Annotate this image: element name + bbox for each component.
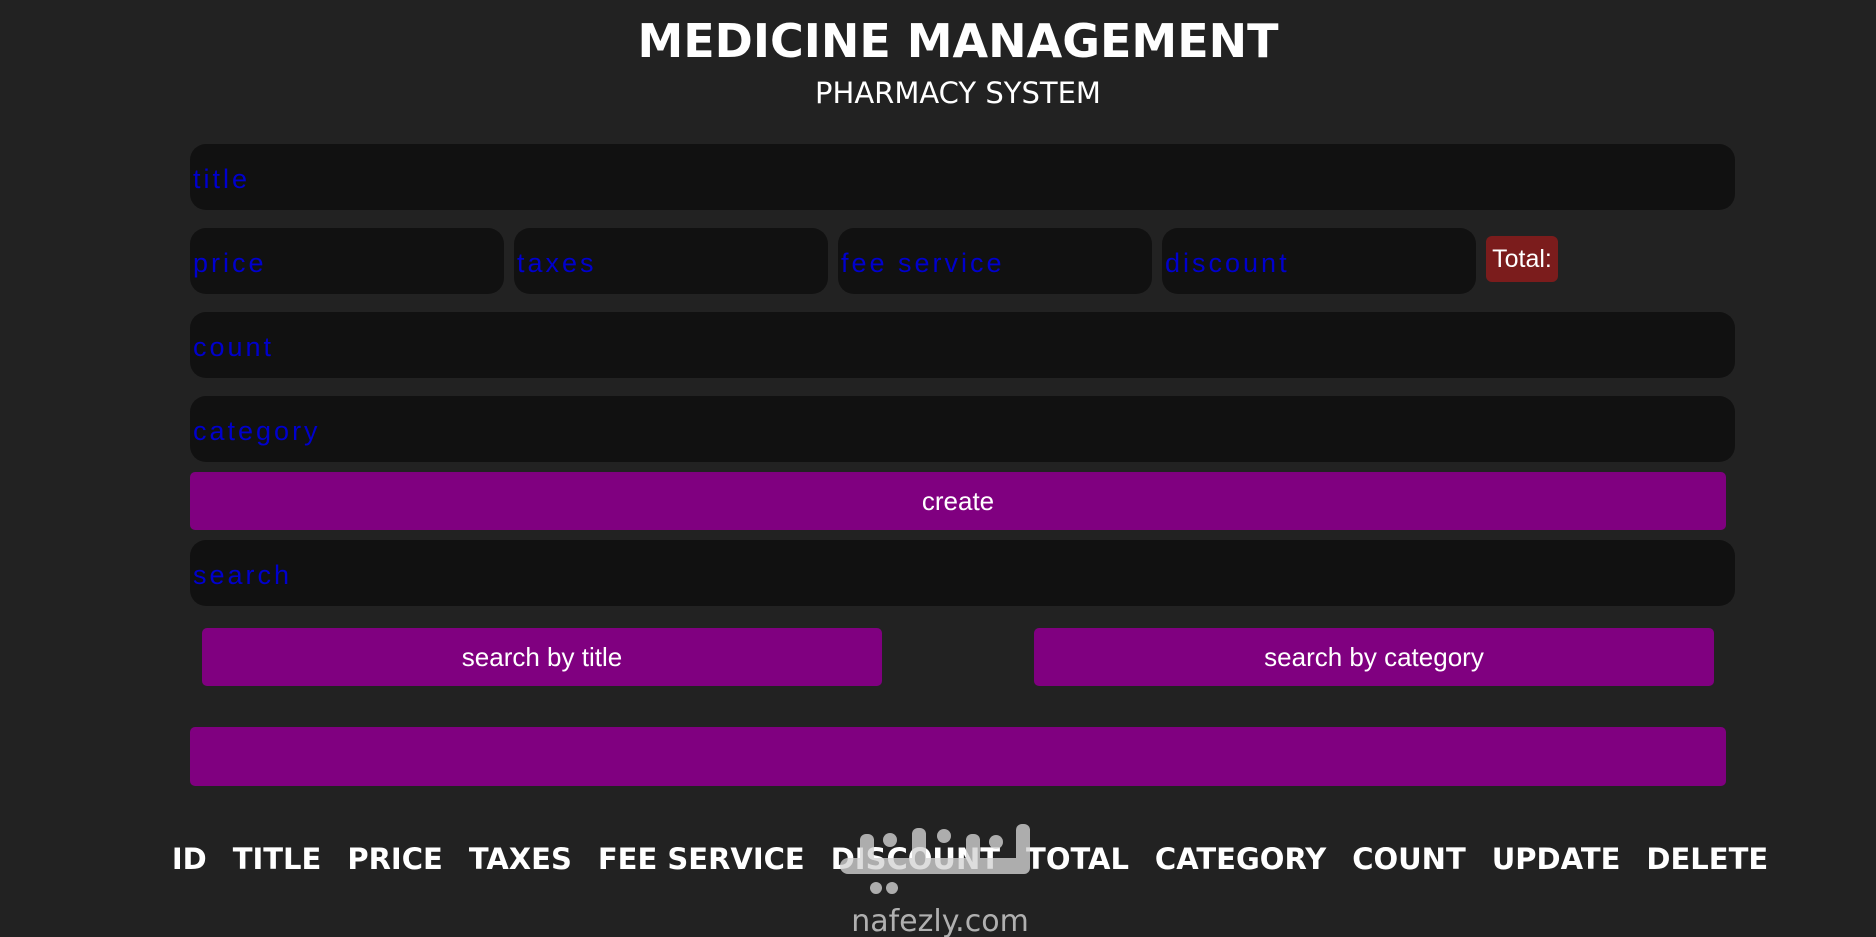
delete-all-button[interactable]	[190, 727, 1726, 786]
watermark-text: nafezly.com	[851, 904, 1029, 937]
count-input-placeholder: count	[193, 331, 275, 362]
fee-service-input-placeholder: fee service	[841, 247, 1005, 278]
column-update: UPDATE	[1491, 842, 1621, 876]
fee-service-input[interactable]: fee service	[838, 228, 1152, 294]
category-input-placeholder: category	[193, 415, 321, 446]
title-input-placeholder: title	[193, 163, 251, 194]
search-input-placeholder: search	[193, 559, 293, 590]
search-by-title-button[interactable]: search by title	[202, 628, 882, 686]
count-input[interactable]: count	[190, 312, 1735, 378]
column-id: ID	[171, 842, 207, 876]
watermark: nafezly.com	[820, 818, 1060, 937]
price-input-placeholder: price	[193, 247, 267, 278]
title-input[interactable]: title	[190, 144, 1735, 210]
total-badge: Total:	[1486, 236, 1558, 282]
column-delete: DELETE	[1646, 842, 1769, 876]
discount-input[interactable]: discount	[1162, 228, 1476, 294]
column-discount: DISCOUNT	[830, 842, 1001, 876]
taxes-input-placeholder: taxes	[517, 247, 597, 278]
column-category: CATEGORY	[1154, 842, 1327, 876]
column-price: PRICE	[347, 842, 443, 876]
search-by-category-button[interactable]: search by category	[1034, 628, 1714, 686]
create-button[interactable]: create	[190, 472, 1726, 530]
table-header: ID TITLE PRICE TAXES FEE SERVICE DISCOUN…	[172, 842, 1768, 876]
page-subtitle: PHARMACY SYSTEM	[815, 76, 1101, 110]
category-input[interactable]: category	[190, 396, 1735, 462]
page-title: MEDICINE MANAGEMENT	[637, 14, 1279, 68]
discount-input-placeholder: discount	[1165, 247, 1290, 278]
column-title: TITLE	[232, 842, 322, 876]
column-taxes: TAXES	[468, 842, 572, 876]
column-count: COUNT	[1352, 842, 1466, 876]
taxes-input[interactable]: taxes	[514, 228, 828, 294]
column-total: TOTAL	[1026, 842, 1129, 876]
column-fee-service: FEE SERVICE	[597, 842, 805, 876]
price-input[interactable]: price	[190, 228, 504, 294]
search-input[interactable]: search	[190, 540, 1735, 606]
